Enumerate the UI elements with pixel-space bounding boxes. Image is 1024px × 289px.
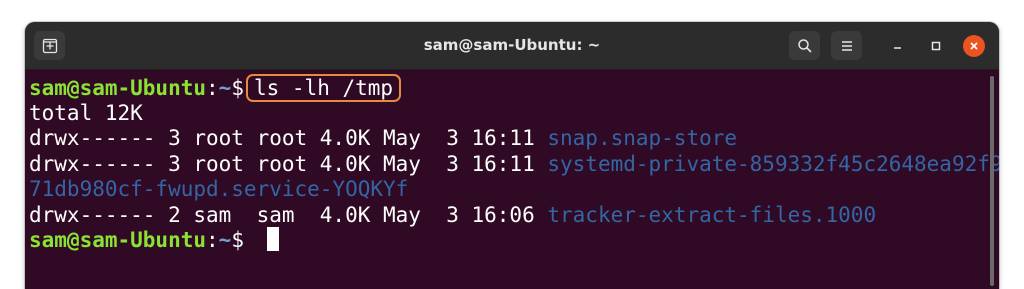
prompt-path: ~: [218, 228, 232, 252]
scrollbar[interactable]: [990, 76, 994, 286]
title-bar[interactable]: sam@sam-Ubuntu: ~: [25, 22, 999, 70]
entry-name[interactable]: systemd-private-859332f45c2648ea92f96be: [547, 152, 999, 176]
terminal-window: sam@sam-Ubuntu: ~ sam@sam-Ubuntu:~$ ls -…: [25, 22, 999, 289]
output-total: total 12K: [29, 101, 143, 125]
entry-name-wrapped[interactable]: 71db980cf-fwupd.service-YOQKYf: [29, 177, 408, 201]
prompt-separator: :: [206, 228, 219, 252]
list-item: drwx------ 2 sam sam 4.0K May 3 16:06 tr…: [29, 202, 876, 228]
entry-meta: drwx------ 3 root root 4.0K May 3 16:11: [29, 126, 548, 150]
minimize-icon: [894, 47, 901, 49]
prompt-symbol: $: [231, 76, 244, 100]
prompt-symbol: $: [231, 228, 257, 252]
close-icon: [970, 42, 978, 50]
search-button[interactable]: [789, 31, 820, 60]
search-icon: [797, 38, 812, 53]
prompt-line-1: sam@sam-Ubuntu:~$ ls -lh /tmp: [29, 74, 402, 102]
hamburger-menu-icon: [841, 40, 852, 51]
list-item: drwx------ 3 root root 4.0K May 3 16:11 …: [29, 151, 999, 177]
terminal-output[interactable]: sam@sam-Ubuntu:~$ ls -lh /tmp total 12K d…: [25, 70, 999, 289]
close-button[interactable]: [963, 35, 985, 57]
menu-button[interactable]: [831, 31, 862, 60]
list-item: drwx------ 3 root root 4.0K May 3 16:11 …: [29, 125, 737, 151]
minimize-button[interactable]: [887, 35, 909, 57]
highlighted-command: ls -lh /tmp: [245, 74, 402, 102]
text-cursor: [266, 227, 279, 251]
prompt-user-host: sam@sam-Ubuntu: [29, 228, 207, 252]
prompt-user-host: sam@sam-Ubuntu: [29, 76, 207, 100]
prompt-separator: :: [206, 76, 219, 100]
entry-name[interactable]: snap.snap-store: [547, 126, 737, 150]
entry-meta: drwx------ 2 sam sam 4.0K May 3 16:06: [29, 203, 548, 227]
prompt-line-2: sam@sam-Ubuntu:~$: [29, 227, 279, 253]
maximize-button[interactable]: [925, 35, 947, 57]
entry-name[interactable]: tracker-extract-files.1000: [547, 203, 876, 227]
maximize-icon: [931, 41, 941, 51]
prompt-path: ~: [218, 76, 232, 100]
entry-meta: drwx------ 3 root root 4.0K May 3 16:11: [29, 152, 548, 176]
list-item-wrap: 71db980cf-fwupd.service-YOQKYf: [29, 176, 408, 202]
